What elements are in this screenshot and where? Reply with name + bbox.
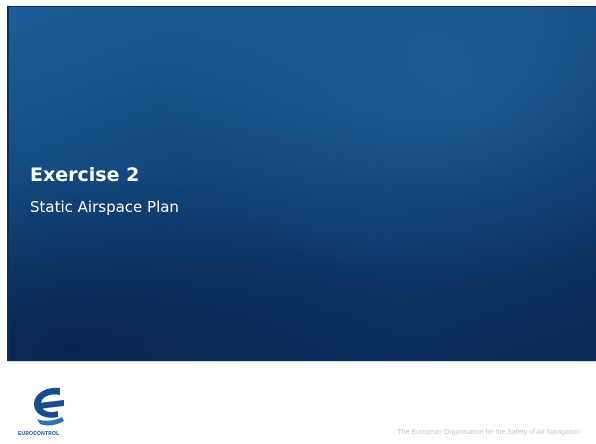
slide-title: Exercise 2	[30, 164, 140, 186]
slide-subtitle: Static Airspace Plan	[30, 198, 179, 216]
organisation-tagline: The European Organisation for the Safety…	[397, 429, 581, 436]
eurocontrol-wordmark: EUROCONTROL	[18, 431, 60, 437]
corner-mark	[0, 0, 7, 6]
footer-divider	[7, 361, 596, 362]
slide: Exercise 2 Static Airspace Plan EUROCONT…	[0, 0, 596, 444]
title-block: Exercise 2 Static Airspace Plan	[30, 163, 179, 217]
